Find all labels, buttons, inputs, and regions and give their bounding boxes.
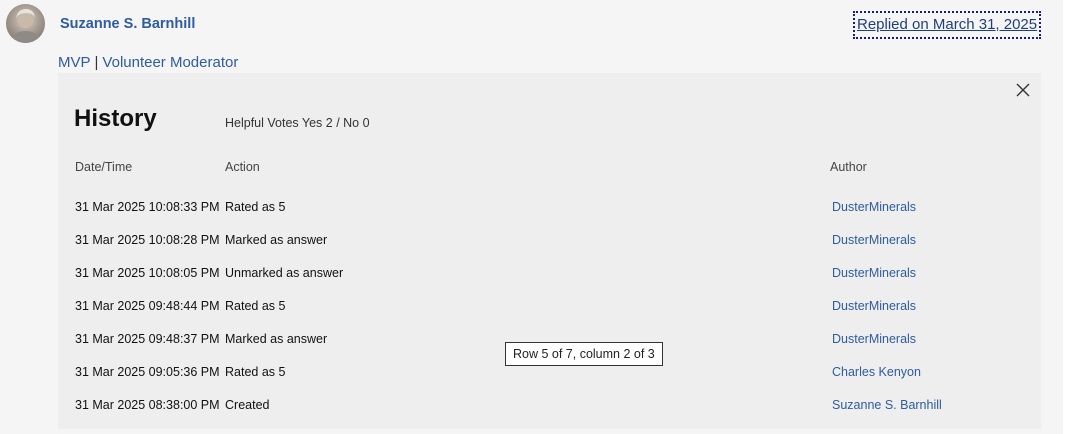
cell-datetime: 31 Mar 2025 10:08:33 PM	[75, 200, 220, 214]
author-roles: MVP | Volunteer Moderator	[58, 54, 238, 71]
cell-author-link[interactable]: DusterMinerals	[832, 266, 916, 280]
close-button[interactable]	[1014, 81, 1032, 99]
avatar-photo	[10, 9, 41, 43]
replied-date-link[interactable]: Replied on March 31, 2025	[852, 11, 1042, 39]
column-header-datetime: Date/Time	[75, 160, 133, 174]
cell-datetime: 31 Mar 2025 09:05:36 PM	[75, 365, 220, 379]
table-row: 31 Mar 2025 10:08:28 PM Marked as answer…	[58, 233, 1041, 266]
cell-action: Rated as 5	[225, 365, 286, 379]
cell-datetime: 31 Mar 2025 09:48:44 PM	[75, 299, 220, 313]
table-row: 31 Mar 2025 09:05:36 PM Rated as 5 Charl…	[58, 365, 1041, 398]
cell-author-link[interactable]: Charles Kenyon	[832, 365, 921, 379]
cell-datetime: 31 Mar 2025 10:08:05 PM	[75, 266, 220, 280]
reply-card: Suzanne S. Barnhill Replied on March 31,…	[0, 0, 1063, 434]
cell-action: Created	[225, 398, 270, 412]
cell-author-link[interactable]: DusterMinerals	[832, 332, 916, 346]
cell-action: Marked as answer	[225, 332, 328, 346]
table-row: 31 Mar 2025 10:08:05 PM Unmarked as answ…	[58, 266, 1041, 299]
avatar[interactable]	[6, 4, 45, 43]
cell-author-link[interactable]: DusterMinerals	[832, 200, 916, 214]
cell-author-link[interactable]: Suzanne S. Barnhill	[832, 398, 942, 412]
column-header-author: Author	[830, 160, 867, 174]
role-mvp[interactable]: MVP	[58, 54, 91, 71]
cell-datetime: 31 Mar 2025 08:38:00 PM	[75, 398, 220, 412]
table-position-tooltip: Row 5 of 7, column 2 of 3	[505, 342, 663, 366]
helpful-votes: Helpful Votes Yes 2 / No 0	[225, 116, 370, 130]
table-row: 31 Mar 2025 09:48:44 PM Rated as 5 Duste…	[58, 299, 1041, 332]
author-name-link[interactable]: Suzanne S. Barnhill	[60, 16, 195, 32]
cell-author-link[interactable]: DusterMinerals	[832, 233, 916, 247]
history-title: History	[74, 105, 157, 132]
cell-action: Marked as answer	[225, 233, 328, 247]
cell-action: Unmarked as answer	[225, 266, 344, 280]
table-row: 31 Mar 2025 08:38:00 PM Created Suzanne …	[58, 398, 1041, 431]
cell-action: Rated as 5	[225, 200, 286, 214]
cell-author-link[interactable]: DusterMinerals	[832, 299, 916, 313]
cell-action: Rated as 5	[225, 299, 286, 313]
column-header-action: Action	[225, 160, 260, 174]
close-icon	[1016, 83, 1030, 97]
cell-datetime: 31 Mar 2025 10:08:28 PM	[75, 233, 220, 247]
role-volunteer-moderator[interactable]: Volunteer Moderator	[102, 54, 238, 71]
cell-datetime: 31 Mar 2025 09:48:37 PM	[75, 332, 220, 346]
role-separator: |	[94, 54, 99, 71]
table-row: 31 Mar 2025 10:08:33 PM Rated as 5 Duste…	[58, 200, 1041, 233]
history-panel: History Helpful Votes Yes 2 / No 0 Date/…	[58, 73, 1041, 429]
